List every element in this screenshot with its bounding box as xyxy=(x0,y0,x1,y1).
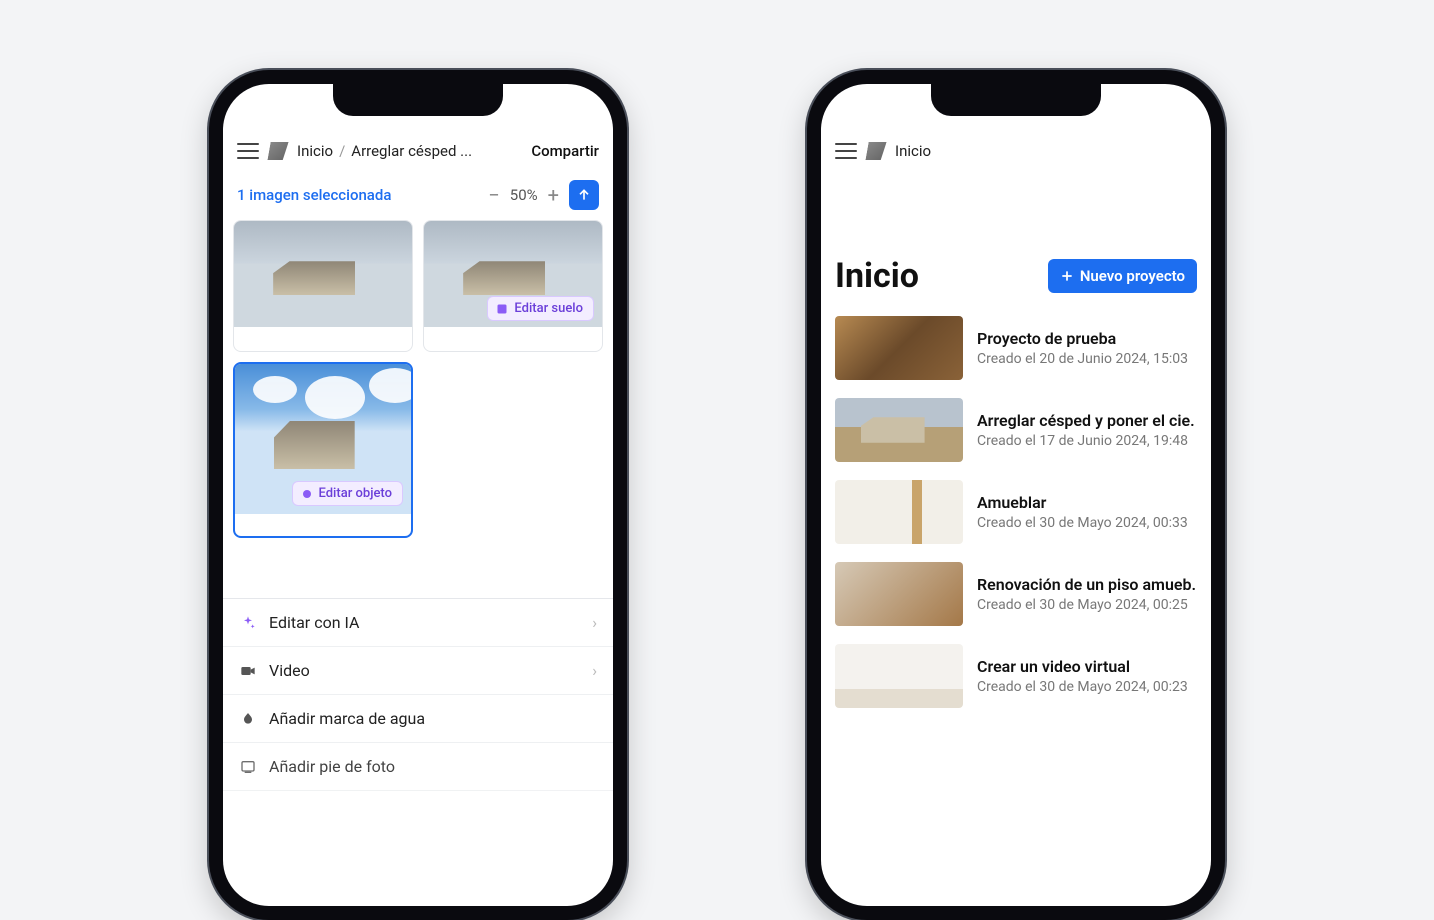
sparkle-icon xyxy=(239,614,257,632)
project-meta: Creado el 30 de Mayo 2024, 00:33 xyxy=(977,515,1197,531)
title-bar: Inicio Nuevo proyecto xyxy=(821,256,1211,296)
share-button[interactable]: Compartir xyxy=(531,142,599,160)
thumbnail-card[interactable]: Editar suelo xyxy=(423,220,603,352)
plus-icon xyxy=(1060,269,1074,283)
project-info: Crear un video virtual Creado el 30 de M… xyxy=(977,657,1197,695)
project-name: Proyecto de prueba xyxy=(977,329,1197,348)
breadcrumb-page[interactable]: Arreglar césped ... xyxy=(351,142,472,160)
menu-video[interactable]: Video › xyxy=(223,647,613,695)
project-info: Proyecto de prueba Creado el 20 de Junio… xyxy=(977,329,1197,367)
thumbnail-grid: Editar suelo Editar objeto xyxy=(223,220,613,538)
project-name: Crear un video virtual xyxy=(977,657,1197,676)
project-thumb xyxy=(835,316,963,380)
project-row[interactable]: Arreglar césped y poner el cie. Creado e… xyxy=(835,398,1197,462)
menu-icon[interactable] xyxy=(237,143,259,159)
menu-icon[interactable] xyxy=(835,143,857,159)
thumbnail-card[interactable] xyxy=(233,220,413,352)
project-name: Renovación de un piso amueb. xyxy=(977,575,1197,594)
badge-label: Editar suelo xyxy=(514,301,583,316)
header-left: Inicio / Arreglar césped ... Compartir xyxy=(223,122,613,180)
phone-notch xyxy=(931,84,1101,116)
caption-icon xyxy=(239,758,257,776)
phone-screen-left: Inicio / Arreglar césped ... Compartir 1… xyxy=(223,84,613,906)
badge-label: Editar objeto xyxy=(319,486,393,501)
menu-edit-ai[interactable]: Editar con IA › xyxy=(223,599,613,647)
floor-icon xyxy=(496,303,508,315)
menu-label: Añadir marca de agua xyxy=(269,709,425,728)
menu-label: Editar con IA xyxy=(269,613,359,632)
project-info: Renovación de un piso amueb. Creado el 3… xyxy=(977,575,1197,613)
edit-floor-badge[interactable]: Editar suelo xyxy=(487,296,594,321)
menu-caption[interactable]: Añadir pie de foto xyxy=(223,743,613,791)
edit-object-badge[interactable]: Editar objeto xyxy=(292,481,404,506)
project-name: Arreglar césped y poner el cie. xyxy=(977,411,1197,430)
project-name: Amueblar xyxy=(977,493,1197,512)
project-row[interactable]: Crear un video virtual Creado el 30 de M… xyxy=(835,644,1197,708)
new-project-button[interactable]: Nuevo proyecto xyxy=(1048,259,1197,293)
project-meta: Creado el 30 de Mayo 2024, 00:25 xyxy=(977,597,1197,613)
thumbnail-image xyxy=(234,221,412,327)
menu-label: Añadir pie de foto xyxy=(269,757,395,776)
zoom-controls: − 50% + xyxy=(488,180,599,210)
header-right: Inicio xyxy=(821,122,1211,180)
project-row[interactable]: Amueblar Creado el 30 de Mayo 2024, 00:3… xyxy=(835,480,1197,544)
selection-bar: 1 imagen seleccionada − 50% + xyxy=(223,180,613,220)
thumbnail-card-selected[interactable]: Editar objeto xyxy=(233,362,413,538)
app-logo-icon xyxy=(865,142,886,160)
app-logo-icon xyxy=(267,142,288,160)
project-thumb xyxy=(835,562,963,626)
chevron-right-icon: › xyxy=(592,613,597,632)
phone-mock-right: Inicio Inicio Nuevo proyecto Proyecto de… xyxy=(807,70,1225,920)
zoom-out-icon[interactable]: − xyxy=(488,185,499,205)
video-icon xyxy=(239,662,257,680)
phone-screen-right: Inicio Inicio Nuevo proyecto Proyecto de… xyxy=(821,84,1211,906)
menu-watermark[interactable]: Añadir marca de agua xyxy=(223,695,613,743)
project-thumb xyxy=(835,480,963,544)
project-info: Arreglar césped y poner el cie. Creado e… xyxy=(977,411,1197,449)
stage: Inicio / Arreglar césped ... Compartir 1… xyxy=(0,0,1434,710)
project-thumb xyxy=(835,398,963,462)
zoom-in-icon[interactable]: + xyxy=(548,185,559,205)
project-row[interactable]: Proyecto de prueba Creado el 20 de Junio… xyxy=(835,316,1197,380)
project-meta: Creado el 30 de Mayo 2024, 00:23 xyxy=(977,679,1197,695)
zoom-level: 50% xyxy=(510,186,538,204)
menu-label: Video xyxy=(269,661,310,680)
project-thumb xyxy=(835,644,963,708)
project-meta: Creado el 17 de Junio 2024, 19:48 xyxy=(977,433,1197,449)
chevron-right-icon: › xyxy=(592,661,597,680)
action-menu: Editar con IA › Video › Añadir marca de … xyxy=(223,598,613,791)
project-list: Proyecto de prueba Creado el 20 de Junio… xyxy=(821,316,1211,708)
phone-mock-left: Inicio / Arreglar césped ... Compartir 1… xyxy=(209,70,627,920)
new-project-label: Nuevo proyecto xyxy=(1080,267,1185,285)
upload-button[interactable] xyxy=(569,180,599,210)
phone-notch xyxy=(333,84,503,116)
breadcrumb: Inicio / Arreglar césped ... xyxy=(297,142,521,160)
selection-count[interactable]: 1 imagen seleccionada xyxy=(237,186,391,204)
arrow-up-icon xyxy=(576,187,592,203)
project-info: Amueblar Creado el 30 de Mayo 2024, 00:3… xyxy=(977,493,1197,531)
project-meta: Creado el 20 de Junio 2024, 15:03 xyxy=(977,351,1197,367)
project-row[interactable]: Renovación de un piso amueb. Creado el 3… xyxy=(835,562,1197,626)
breadcrumb-home[interactable]: Inicio xyxy=(297,142,333,160)
object-icon xyxy=(301,488,313,500)
page-title: Inicio xyxy=(835,256,919,296)
watermark-icon xyxy=(239,710,257,728)
header-home[interactable]: Inicio xyxy=(895,142,931,160)
breadcrumb-sep: / xyxy=(339,142,345,160)
